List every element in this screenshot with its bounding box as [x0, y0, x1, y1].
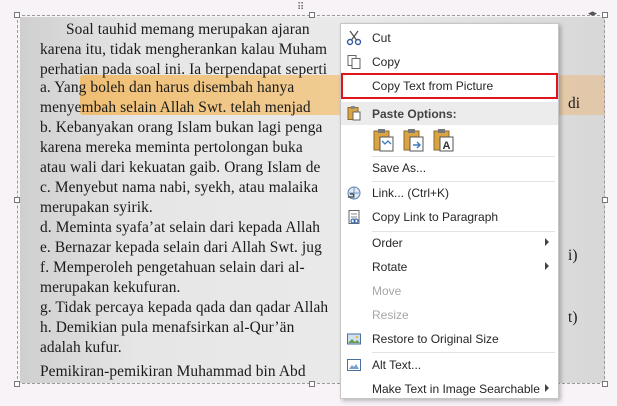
submenu-arrow-icon	[545, 384, 549, 392]
paste-options-header: Paste Options:	[341, 102, 558, 125]
menu-item-rotate[interactable]: Rotate	[341, 256, 558, 279]
menu-item-save-as[interactable]: Save As...	[341, 157, 558, 180]
menu-item-order[interactable]: Order	[341, 232, 558, 255]
menu-item-restore-original-size[interactable]: Restore to Original Size	[341, 328, 558, 351]
submenu-arrow-icon	[545, 262, 549, 270]
menu-item-label: Link... (Ctrl+K)	[372, 186, 450, 200]
menu-item-copy-link-to-paragraph[interactable]: Copy Link to Paragraph	[341, 206, 558, 229]
menu-item-label: Copy Link to Paragraph	[372, 210, 499, 224]
menu-item-alt-text[interactable]: Alt Text...	[341, 354, 558, 377]
link-icon	[347, 186, 361, 200]
menu-item-label: Resize	[372, 308, 409, 322]
layout-options-icon[interactable]: ◂▸	[588, 8, 597, 19]
image-restore-icon	[347, 333, 361, 345]
menu-item-label: Save As...	[372, 161, 427, 175]
menu-item-copy[interactable]: Copy	[341, 51, 558, 74]
submenu-arrow-icon	[545, 238, 549, 246]
menu-item-label: Order	[372, 236, 403, 250]
menu-item-label: Copy	[372, 55, 401, 69]
menu-item-label: Restore to Original Size	[372, 332, 499, 346]
menu-item-link[interactable]: Link... (Ctrl+K)	[341, 182, 558, 205]
paste-keep-formatting-icon[interactable]	[372, 128, 396, 154]
menu-item-label: Rotate	[372, 260, 408, 274]
resize-handle-bottom-right[interactable]	[602, 381, 608, 387]
resize-handle-top[interactable]	[309, 12, 315, 18]
resize-handle-bottom-left[interactable]	[14, 381, 20, 387]
document-link-icon	[348, 210, 360, 224]
menu-item-make-text-searchable[interactable]: Make Text in Image Searchable	[341, 378, 558, 401]
menu-separator	[372, 352, 555, 353]
copy-text-highlight-outline	[341, 73, 558, 99]
paste-text-only-icon[interactable]: A	[432, 128, 456, 154]
menu-item-label: Move	[372, 284, 402, 298]
menu-item-cut[interactable]: Cut	[341, 27, 558, 50]
rotate-handle-icon[interactable]: ⠿	[297, 2, 304, 13]
resize-handle-left[interactable]	[14, 197, 20, 203]
scissors-icon	[346, 30, 362, 46]
alt-text-icon	[347, 359, 361, 371]
menu-item-resize: Resize	[341, 304, 558, 327]
menu-item-move: Move	[341, 280, 558, 303]
resize-handle-bottom[interactable]	[309, 381, 315, 387]
resize-handle-right[interactable]	[602, 197, 608, 203]
clipboard-icon	[347, 106, 361, 121]
resize-handle-top-right[interactable]	[602, 12, 608, 18]
menu-item-label: Cut	[372, 31, 391, 45]
paste-merge-formatting-icon[interactable]	[402, 128, 426, 154]
svg-text:A: A	[443, 140, 451, 152]
menu-item-label: Make Text in Image Searchable	[372, 382, 540, 396]
menu-item-label: Alt Text...	[372, 358, 422, 372]
copy-icon	[347, 55, 361, 69]
paste-options-label: Paste Options:	[372, 107, 457, 121]
resize-handle-top-left[interactable]	[14, 12, 20, 18]
